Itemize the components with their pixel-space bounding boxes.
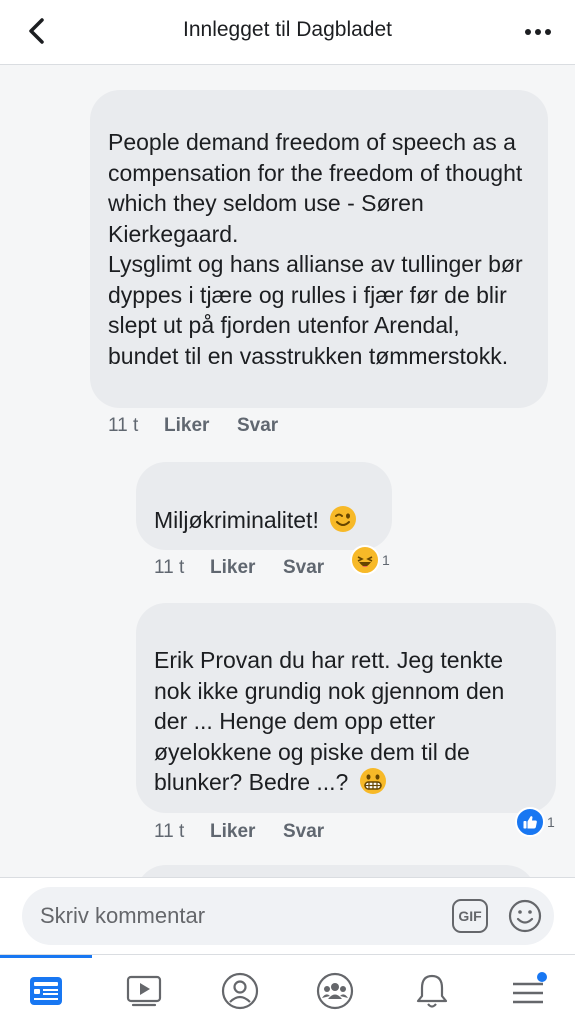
comment-text: Miljøkriminalitet! xyxy=(154,507,319,533)
comment-list: People demand freedom of speech as a com… xyxy=(0,65,575,877)
gif-button[interactable]: GIF xyxy=(452,899,488,933)
comment-input[interactable]: Skriv kommentar GIF xyxy=(22,887,554,945)
comment-bubble[interactable]: People demand freedom of speech as a com… xyxy=(90,90,548,408)
comment-composer: Skriv kommentar GIF xyxy=(0,877,575,955)
comment-bubble[interactable]: Miljøkriminalitet! xyxy=(136,462,392,550)
tab-menu[interactable] xyxy=(498,967,558,1015)
tab-news-feed[interactable] xyxy=(16,967,76,1015)
comment-time: 11 t xyxy=(154,821,185,842)
menu-hamburger-icon xyxy=(513,972,547,1004)
profile-icon xyxy=(221,972,259,1010)
bell-icon xyxy=(416,974,448,1008)
bottom-tab-bar xyxy=(0,954,575,1025)
haha-reaction-icon xyxy=(350,545,380,575)
emoji-picker-icon[interactable] xyxy=(508,899,542,933)
reply-button[interactable]: Svar xyxy=(283,821,324,843)
comment-actions: 11 t Liker Svar xyxy=(154,821,324,843)
like-reaction-icon xyxy=(515,807,545,837)
comment-text: Erik Provan du har rett. Jeg tenkte nok … xyxy=(154,647,505,795)
tab-groups[interactable] xyxy=(305,967,365,1015)
notification-dot-icon xyxy=(537,972,547,982)
reply-button[interactable]: Svar xyxy=(283,557,324,579)
reaction-summary[interactable]: 1 xyxy=(515,807,555,837)
like-button[interactable]: Liker xyxy=(210,821,283,843)
watch-video-icon xyxy=(126,975,162,1007)
winking-face-emoji-icon xyxy=(330,506,357,532)
comment-bubble-partial[interactable] xyxy=(136,865,536,877)
comment-text-wrap: Miljøkriminalitet! xyxy=(154,505,382,536)
grimacing-face-emoji-icon xyxy=(359,768,386,794)
reaction-count: 1 xyxy=(382,552,390,568)
more-options-icon[interactable] xyxy=(521,20,555,44)
comment-actions: 11 t Liker Svar xyxy=(108,415,278,437)
comment-text-wrap: Erik Provan du har rett. Jeg tenkte nok … xyxy=(154,645,540,798)
comment-bubble[interactable]: Erik Provan du har rett. Jeg tenkte nok … xyxy=(136,603,556,813)
like-button[interactable]: Liker xyxy=(164,415,237,437)
active-tab-indicator xyxy=(0,955,92,958)
tab-notifications[interactable] xyxy=(402,967,462,1015)
top-bar: Innlegget til Dagbladet xyxy=(0,0,575,65)
thumbs-up-icon xyxy=(523,816,537,829)
laughing-face-icon xyxy=(357,556,373,567)
comment-time: 11 t xyxy=(154,557,185,578)
comment-input-placeholder: Skriv kommentar xyxy=(40,903,206,928)
comment-text: People demand freedom of speech as a com… xyxy=(108,129,523,369)
comment-time: 11 t xyxy=(108,415,139,436)
reaction-summary[interactable]: 1 xyxy=(350,545,390,575)
reply-button[interactable]: Svar xyxy=(237,415,278,437)
like-button[interactable]: Liker xyxy=(210,557,283,579)
tab-watch[interactable] xyxy=(114,967,174,1015)
news-feed-icon xyxy=(30,977,62,1005)
comment-actions: 11 t Liker Svar xyxy=(154,557,324,579)
page-title: Innlegget til Dagbladet xyxy=(183,18,392,41)
tab-profile[interactable] xyxy=(210,967,270,1015)
groups-icon xyxy=(316,972,354,1010)
reaction-count: 1 xyxy=(547,814,555,830)
